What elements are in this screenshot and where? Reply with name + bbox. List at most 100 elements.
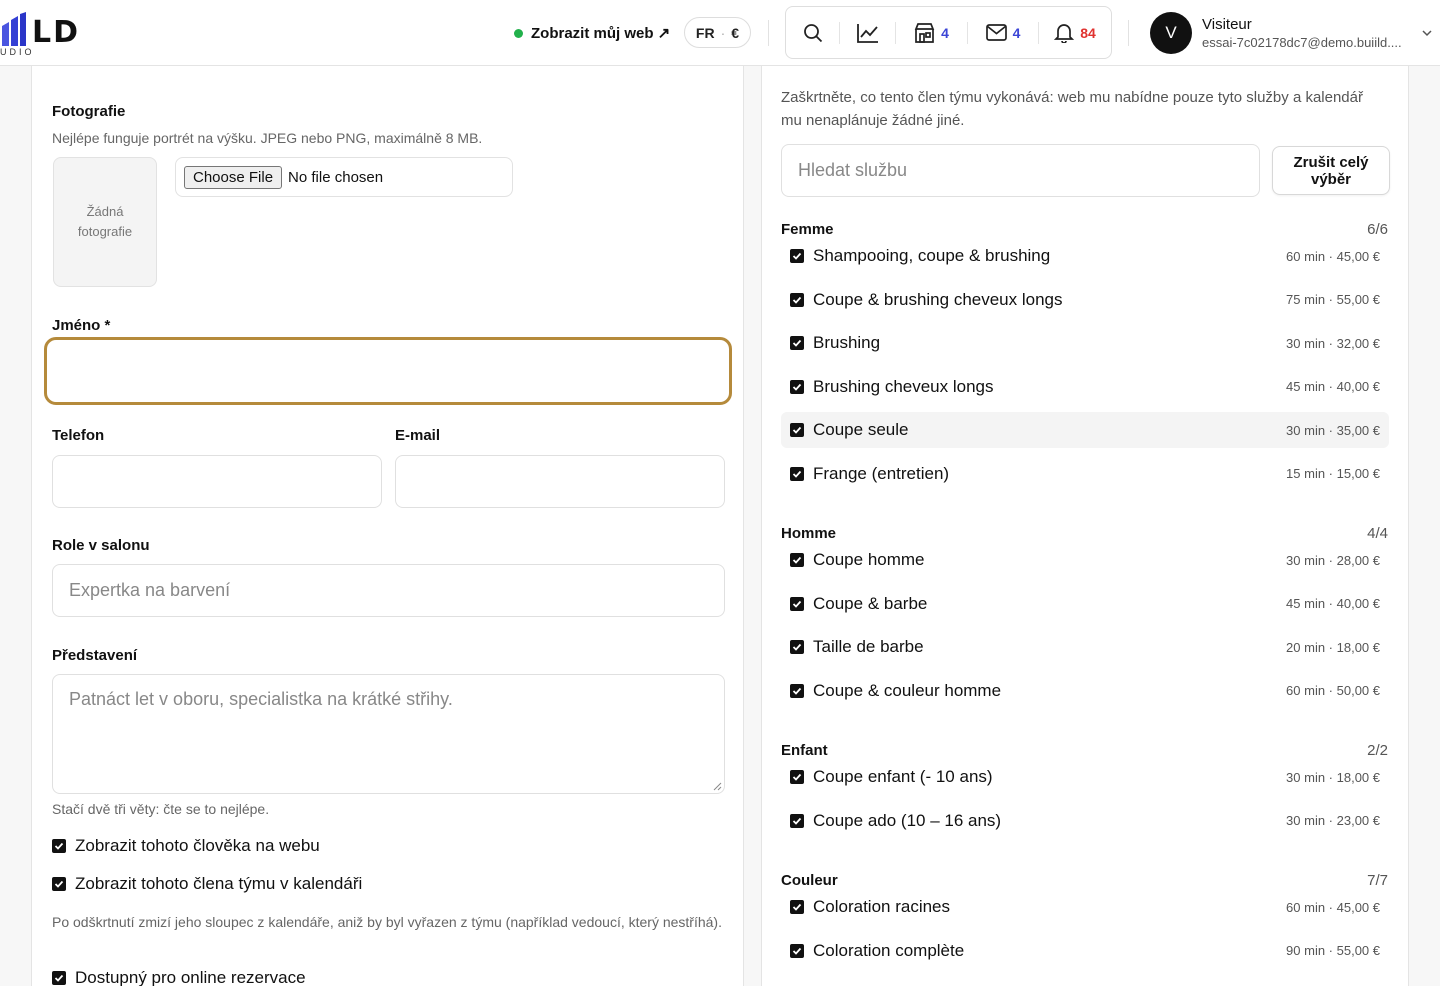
checkbox-checked-icon[interactable] [790, 466, 804, 481]
service-row[interactable]: Coupe ado (10 – 16 ans) 30 min · 23,00 € [781, 803, 1389, 839]
user-name[interactable]: Visiteur [1202, 16, 1252, 33]
service-duration-price: 60 min · 50,00 € [1286, 683, 1380, 698]
phone-input[interactable] [52, 455, 382, 508]
category-count: 4/4 [1367, 525, 1388, 542]
search-icon [803, 23, 822, 42]
photo-file-input[interactable]: Choose File No file chosen [175, 157, 513, 197]
notifications-count: 84 [1080, 24, 1096, 41]
view-site-label: Zobrazit můj web ↗ [531, 25, 671, 42]
service-name: Coupe enfant (- 10 ans) [813, 767, 993, 786]
service-row[interactable]: Coupe homme 30 min · 28,00 € [781, 542, 1389, 578]
photo-placeholder: Žádná fotografie [53, 157, 157, 287]
search-button[interactable] [786, 7, 839, 58]
checkbox-checked-icon[interactable] [790, 640, 804, 654]
checkbox-checked-icon[interactable] [790, 683, 804, 698]
online-booking-checkbox[interactable]: Dostupný pro online rezervace [52, 968, 306, 986]
service-row[interactable]: Coloration complète 90 min · 55,00 € [781, 933, 1389, 969]
service-row[interactable]: Coupe & couleur homme 60 min · 50,00 € [781, 673, 1389, 709]
service-name: Brushing cheveux longs [813, 376, 994, 396]
service-name: Shampooing, coupe & brushing [813, 246, 1051, 265]
service-row[interactable]: Coupe enfant (- 10 ans) 30 min · 18,00 € [781, 759, 1389, 795]
checkbox-checked-icon[interactable] [790, 943, 804, 958]
checkbox-checked-icon[interactable] [790, 423, 804, 437]
show-in-calendar-checkbox[interactable]: Zobrazit tohoto člena týmu v kalendáři [52, 874, 362, 894]
language-currency-selector[interactable]: FR · € [684, 17, 751, 48]
calendar-hint: Po odškrtnutí zmizí jeho sloupec z kalen… [52, 914, 722, 930]
service-name: Coloration complète [813, 940, 965, 960]
checkbox-checked-icon[interactable] [790, 813, 804, 828]
avatar[interactable]: V [1150, 12, 1192, 54]
checkbox-checked-icon[interactable] [790, 336, 804, 350]
checkbox-checked-icon[interactable] [790, 249, 804, 263]
intro-textarea[interactable]: Patnáct let v oboru, specialistka na krá… [52, 674, 725, 794]
bookings-count: 4 [941, 24, 949, 41]
checkbox-checked-icon[interactable] [790, 379, 804, 394]
currency-label: € [731, 24, 740, 41]
service-row[interactable]: Coupe & barbe 45 min · 40,00 € [781, 586, 1389, 622]
logo[interactable]: LD UDIO [0, 10, 95, 58]
email-label: E-mail [395, 427, 441, 444]
bell-icon [1054, 24, 1075, 43]
show-in-calendar-label: Zobrazit tohoto člena týmu v kalendáři [75, 874, 363, 893]
service-row[interactable]: Coloration racines 60 min · 45,00 € [781, 889, 1389, 925]
checkbox-checked-icon[interactable] [790, 292, 804, 307]
service-row[interactable]: Frange (entretien) 15 min · 15,00 € [781, 456, 1389, 492]
choose-file-button[interactable]: Choose File [184, 165, 283, 189]
service-row[interactable]: Coupe seule 30 min · 35,00 € [781, 412, 1389, 448]
stats-button[interactable] [840, 7, 895, 58]
resize-handle-icon[interactable] [712, 781, 722, 791]
online-status-dot [514, 28, 523, 38]
service-row[interactable]: Shampooing, coupe & brushing 60 min · 45,… [781, 238, 1389, 274]
checkbox-checked-icon[interactable] [52, 971, 66, 985]
clear-selection-label: Zrušit celý výběr [1293, 153, 1369, 188]
language-label: FR [695, 24, 715, 41]
service-duration-price: 30 min · 23,00 € [1286, 813, 1380, 828]
service-duration-price: 75 min · 55,00 € [1286, 292, 1380, 307]
checkbox-checked-icon[interactable] [790, 900, 804, 914]
photo-empty-text: Žádná fotografie [77, 204, 133, 239]
service-name: Coupe homme [813, 550, 925, 569]
store-icon [914, 22, 935, 43]
service-duration-price: 90 min · 55,00 € [1286, 943, 1380, 958]
logo-bars-icon [2, 12, 26, 46]
service-name: Coupe & barbe [813, 593, 928, 613]
show-on-web-checkbox[interactable]: Zobrazit tohoto člověka na webu [52, 836, 320, 856]
service-duration-price: 60 min · 45,00 € [1286, 899, 1380, 915]
chevron-down-icon[interactable] [1420, 26, 1434, 40]
clear-selection-button[interactable]: Zrušit celý výběr [1272, 146, 1390, 195]
email-input[interactable] [395, 455, 725, 508]
checkbox-checked-icon[interactable] [52, 839, 66, 853]
service-duration-price: 20 min · 18,00 € [1286, 639, 1380, 655]
service-search-input[interactable]: Hledat službu [781, 144, 1260, 197]
checkbox-checked-icon[interactable] [790, 553, 804, 567]
service-row[interactable]: Brushing cheveux longs 45 min · 40,00 € [781, 369, 1389, 405]
role-label: Role v salonu [52, 537, 150, 554]
messages-button[interactable]: 4 [968, 7, 1038, 58]
mail-icon [985, 24, 1007, 41]
role-input[interactable]: Expertka na barvení [52, 564, 725, 617]
name-input[interactable] [44, 337, 732, 405]
category-title: Enfant [781, 742, 828, 759]
service-duration-price: 30 min · 32,00 € [1286, 335, 1380, 351]
service-row[interactable]: Coupe & brushing cheveux longs 75 min · 5… [781, 282, 1389, 318]
service-row[interactable]: Brushing 30 min · 32,00 € [781, 325, 1389, 361]
service-name: Coupe & couleur homme [813, 680, 1002, 700]
photo-hint: Nejlépe funguje portrét na výšku. JPEG n… [52, 130, 483, 146]
checkbox-checked-icon[interactable] [790, 770, 804, 784]
intro-hint: Stačí dvě tři věty: čte se to nejlépe. [52, 801, 270, 817]
member-form-panel: Fotografie Nejlépe funguje portrét na vý… [31, 66, 744, 986]
intro-label: Představení [52, 647, 138, 664]
logo-text: LD [32, 15, 81, 50]
category-title: Couleur [781, 872, 838, 889]
checkbox-checked-icon[interactable] [52, 877, 66, 891]
chart-line-icon [856, 23, 878, 43]
bookings-button[interactable]: 4 [896, 7, 967, 58]
separator-dot: · [720, 24, 726, 41]
category-count: 7/7 [1367, 872, 1388, 889]
notifications-button[interactable]: 84 [1039, 7, 1111, 58]
phone-label: Telefon [52, 427, 105, 444]
name-label: Jméno * [52, 317, 111, 334]
checkbox-checked-icon[interactable] [790, 596, 804, 611]
view-site-link[interactable]: Zobrazit můj web ↗ [514, 22, 670, 44]
service-row[interactable]: Taille de barbe 20 min · 18,00 € [781, 629, 1389, 665]
